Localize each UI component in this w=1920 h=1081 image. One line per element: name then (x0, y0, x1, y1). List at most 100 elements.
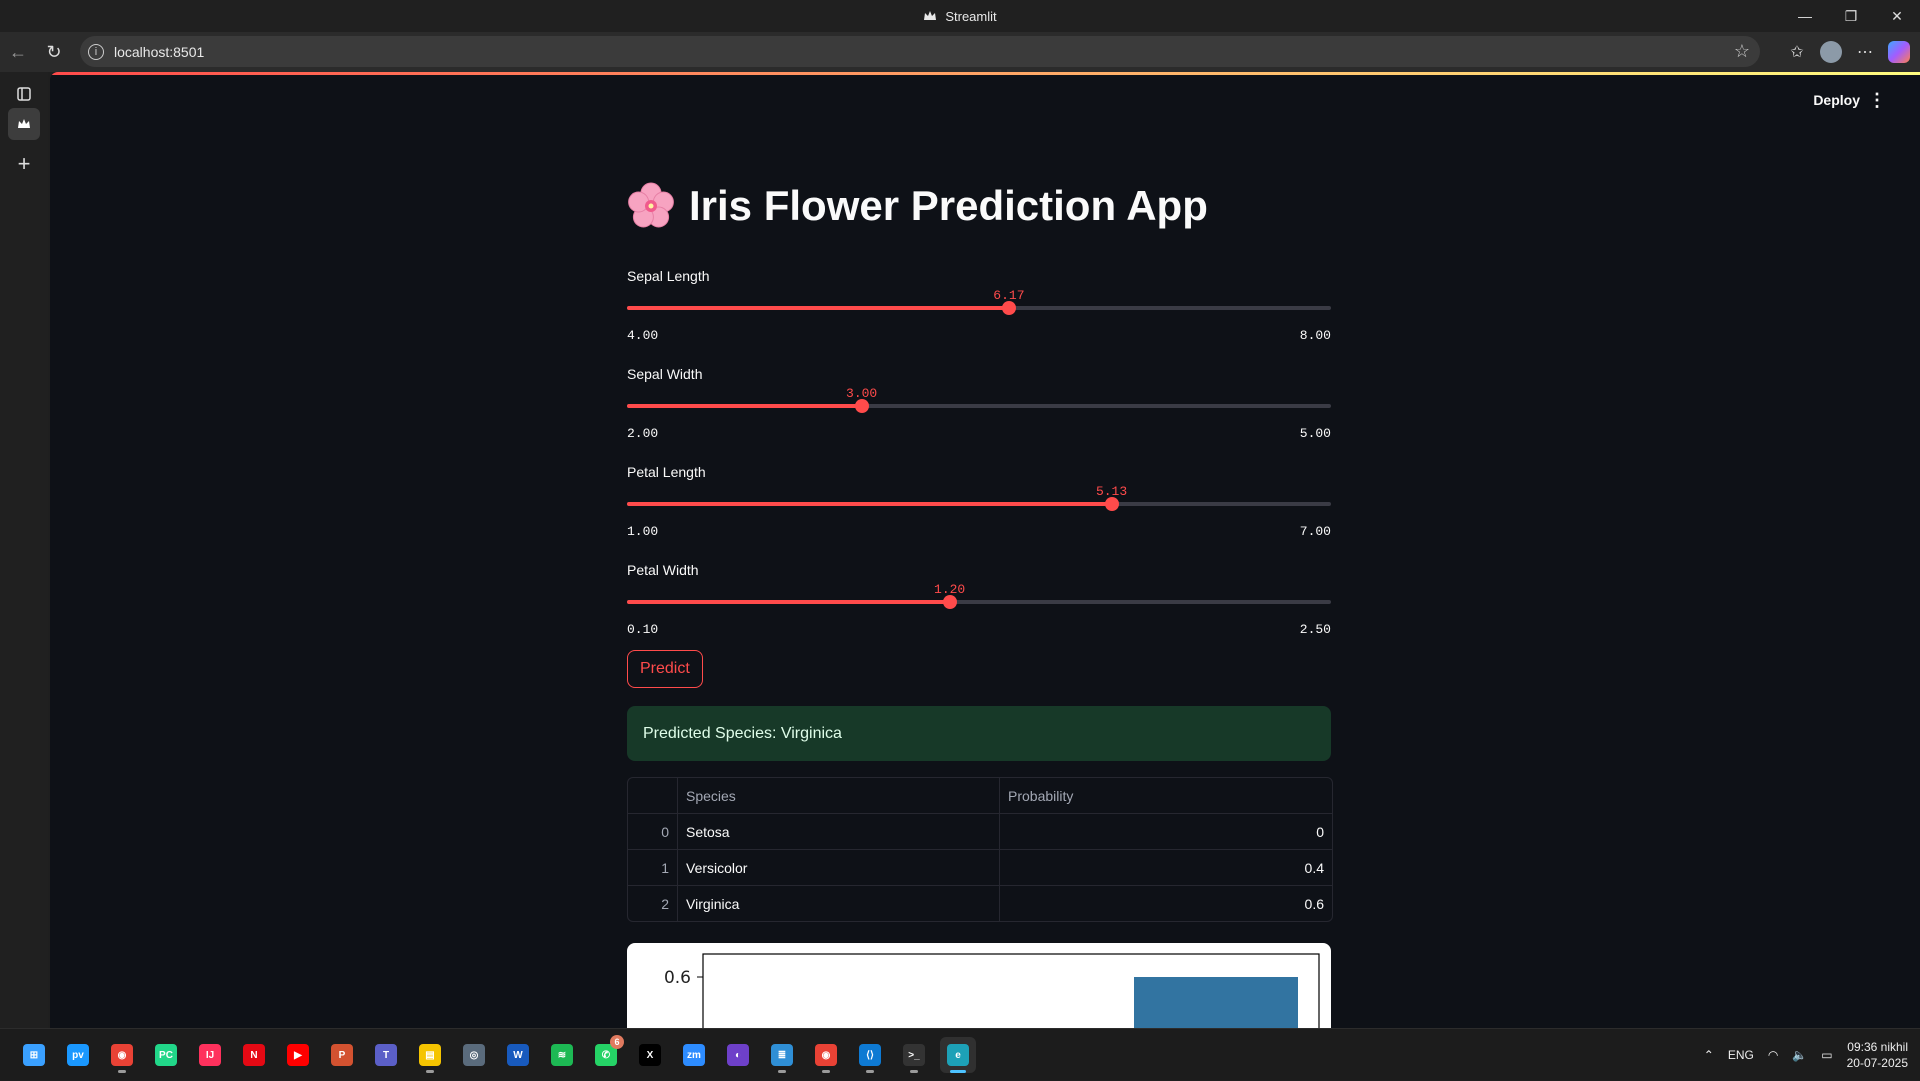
taskbar-github-desktop-icon[interactable]: ◐ (720, 1037, 756, 1073)
row-index: 0 (628, 814, 678, 849)
species-cell[interactable]: Virginica (678, 886, 1000, 921)
taskbar-pycharm-icon[interactable]: PC (148, 1037, 184, 1073)
probability-table[interactable]: Species Probability 0 Setosa 0 1 Versico… (627, 777, 1333, 922)
clock-time: 09:36 nikhil (1847, 1040, 1908, 1054)
taskbar-notepad-icon[interactable]: ≣ (764, 1037, 800, 1073)
taskbar-x-icon[interactable]: X (632, 1037, 668, 1073)
page-title-text: Iris Flower Prediction App (689, 182, 1208, 229)
slider-label: Sepal Width (627, 366, 703, 382)
index-header (628, 778, 678, 813)
slider-min: 1.00 (627, 524, 659, 539)
deploy-button[interactable]: Deploy (1813, 92, 1860, 108)
close-window-button[interactable]: ✕ (1874, 0, 1920, 32)
taskbar-windows-start-icon[interactable]: ⊞ (16, 1037, 52, 1073)
streamlit-tab-icon[interactable] (8, 108, 40, 140)
slider-sepal-length[interactable]: Sepal Length 6.17 4.00 8.00 (627, 268, 1331, 348)
streamlit-crown-icon (924, 11, 937, 20)
slider-min: 4.00 (627, 328, 659, 343)
taskbar-camera-icon[interactable]: ◎ (456, 1037, 492, 1073)
probability-chart: 0.6 (627, 943, 1331, 1028)
taskbar-whatsapp-icon[interactable]: ✆ 6 (588, 1035, 624, 1073)
volume-icon[interactable]: 🔈 (1792, 1048, 1807, 1062)
more-options-icon[interactable]: ⋯ (1850, 37, 1880, 67)
address-bar[interactable]: i localhost:8501 ☆ (80, 36, 1760, 67)
virginica-bar (1134, 977, 1298, 1028)
tab-actions-icon[interactable] (12, 82, 36, 106)
battery-icon[interactable]: ▭ (1821, 1048, 1832, 1062)
wifi-icon[interactable]: ◠ (1768, 1048, 1778, 1062)
language-indicator[interactable]: ENG (1728, 1048, 1754, 1062)
taskbar-youtube-icon[interactable]: ▶ (280, 1037, 316, 1073)
taskbar-prime-video-icon[interactable]: pv (60, 1037, 96, 1073)
table-row[interactable]: 0 Setosa 0 (628, 814, 1332, 850)
species-header[interactable]: Species (678, 778, 1000, 813)
new-tab-icon[interactable]: + (12, 151, 36, 176)
taskbar-edge-icon[interactable]: e (940, 1037, 976, 1073)
slider-label: Petal Width (627, 562, 699, 578)
slider-track[interactable] (627, 595, 1331, 609)
profile-avatar[interactable] (1820, 41, 1842, 63)
species-cell[interactable]: Versicolor (678, 850, 1000, 885)
reload-button[interactable]: ↻ (36, 34, 72, 70)
taskbar-file-explorer-icon[interactable]: ▤ (412, 1037, 448, 1073)
slider-track[interactable] (627, 399, 1331, 413)
slider-thumb[interactable] (942, 595, 957, 609)
probability-cell[interactable]: 0.4 (1000, 850, 1332, 885)
slider-max: 7.00 (1299, 524, 1331, 539)
cherry-blossom-icon (628, 182, 674, 228)
probability-cell[interactable]: 0.6 (1000, 886, 1332, 921)
taskbar-intellij-icon[interactable]: IJ (192, 1037, 228, 1073)
table-row[interactable]: 1 Versicolor 0.4 (628, 850, 1332, 886)
taskbar-chrome-icon[interactable]: ◉ (104, 1037, 140, 1073)
main-menu-icon[interactable]: ⋮ (1868, 90, 1886, 111)
slider-petal-width[interactable]: Petal Width 1.20 0.10 2.50 (627, 562, 1331, 642)
browser-toolbar: ← ↻ i localhost:8501 ☆ ✩ ⋯ (0, 32, 1920, 72)
taskbar-netflix-icon[interactable]: N (236, 1037, 272, 1073)
address-url[interactable]: localhost:8501 (114, 44, 204, 60)
whatsapp-badge: 6 (610, 1035, 624, 1049)
slider-thumb[interactable] (854, 399, 869, 413)
restore-button[interactable]: ❐ (1828, 0, 1874, 32)
copilot-icon[interactable] (1888, 41, 1910, 63)
slider-thumb[interactable] (1104, 497, 1119, 511)
system-tray: ⌃ ENG ◠ 🔈 ▭ 09:36 nikhil 20-07-2025 (1704, 1029, 1908, 1081)
table-row[interactable]: 2 Virginica 0.6 (628, 886, 1332, 921)
clock[interactable]: 09:36 nikhil 20-07-2025 (1847, 1039, 1908, 1071)
slider-track[interactable] (627, 301, 1331, 315)
taskbar-vscode-icon[interactable]: ⟨⟩ (852, 1037, 888, 1073)
slider-track[interactable] (627, 497, 1331, 511)
slider-max: 2.50 (1299, 622, 1331, 637)
slider-thumb[interactable] (1001, 301, 1016, 315)
taskbar-spotify-icon[interactable]: ≋ (544, 1037, 580, 1073)
page-title: Iris Flower Prediction App (627, 182, 1208, 230)
taskbar-word-icon[interactable]: W (500, 1037, 536, 1073)
slider-petal-length[interactable]: Petal Length 5.13 1.00 7.00 (627, 464, 1331, 544)
taskbar-terminal-icon[interactable]: >_ (896, 1037, 932, 1073)
back-button[interactable]: ← (0, 34, 36, 70)
prediction-result-alert: Predicted Species: Virginica (627, 706, 1331, 761)
taskbar-zoom-icon[interactable]: zm (676, 1037, 712, 1073)
taskbar-chrome-icon[interactable]: ◉ (808, 1037, 844, 1073)
slider-sepal-width[interactable]: Sepal Width 3.00 2.00 5.00 (627, 366, 1331, 446)
favorite-star-icon[interactable]: ☆ (1734, 41, 1750, 62)
probability-header[interactable]: Probability (1000, 778, 1332, 813)
species-cell[interactable]: Setosa (678, 814, 1000, 849)
row-index: 2 (628, 886, 678, 921)
taskbar-powerpoint-icon[interactable]: P (324, 1037, 360, 1073)
y-tick-label: 0.6 (664, 968, 691, 988)
minimize-button[interactable]: — (1782, 0, 1828, 32)
probability-cell[interactable]: 0 (1000, 814, 1332, 849)
slider-fill (627, 502, 1112, 506)
slider-fill (627, 306, 1009, 310)
slider-label: Sepal Length (627, 268, 710, 284)
slider-min: 0.10 (627, 622, 659, 637)
site-info-icon[interactable]: i (88, 43, 104, 60)
favorites-icon[interactable]: ✩ (1782, 37, 1812, 67)
streamlit-app: Deploy ⋮ Iris Flower Prediction App Sepa… (50, 72, 1920, 1028)
slider-fill (627, 404, 862, 408)
predict-button[interactable]: Predict (627, 650, 703, 688)
show-hidden-icons-icon[interactable]: ⌃ (1704, 1048, 1714, 1062)
clock-date: 20-07-2025 (1846, 1056, 1908, 1070)
taskbar-teams-icon[interactable]: T (368, 1037, 404, 1073)
prediction-result-text: Predicted Species: Virginica (643, 724, 842, 742)
